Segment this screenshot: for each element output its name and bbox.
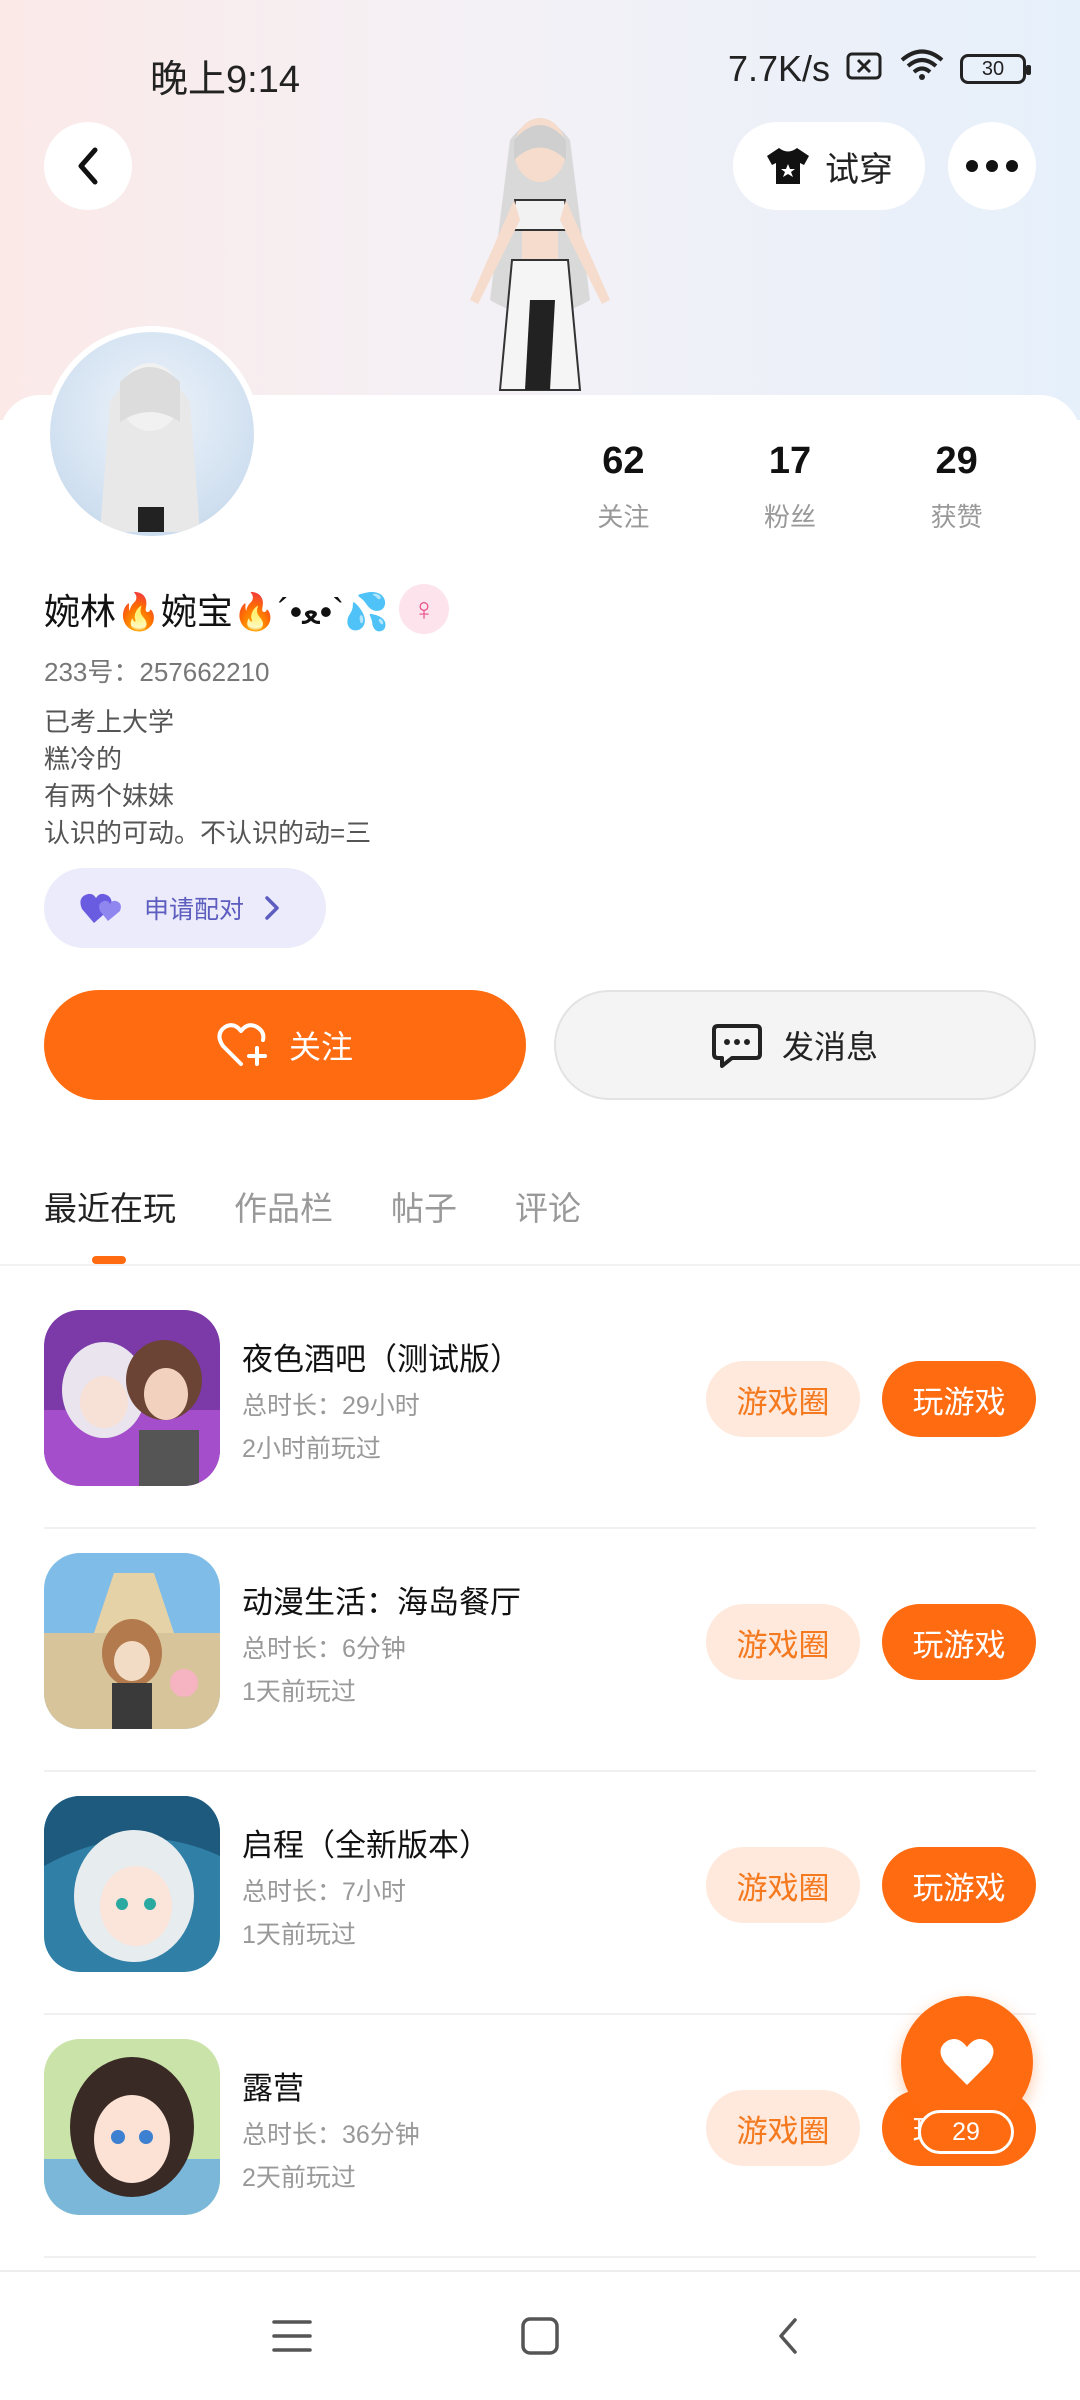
system-back-button[interactable] bbox=[752, 2300, 824, 2372]
menu-button[interactable] bbox=[256, 2300, 328, 2372]
game-icon-camping[interactable] bbox=[44, 2039, 220, 2215]
play-game-button[interactable]: 玩游戏 bbox=[882, 1361, 1036, 1437]
home-square-icon bbox=[521, 2317, 559, 2355]
game-icon-nightbar[interactable] bbox=[44, 1310, 220, 1486]
menu-icon bbox=[272, 2320, 312, 2352]
user-bio: 已考上大学 糕冷的 有两个妹妹 认识的可动。不认识的动=三 bbox=[44, 704, 371, 852]
game-list-item[interactable]: 动漫生活：海岛餐厅 总时长：6分钟 1天前玩过 游戏圈 玩游戏 bbox=[44, 1529, 1036, 1772]
double-heart-icon bbox=[80, 893, 121, 923]
followers-label: 粉丝 bbox=[764, 502, 817, 532]
female-gender-icon: ♀ bbox=[399, 584, 450, 634]
follow-button[interactable]: 关注 bbox=[44, 990, 526, 1100]
game-title: 夜色酒吧（测试版） bbox=[242, 1342, 521, 1377]
tshirt-icon bbox=[767, 148, 809, 184]
play-game-button[interactable]: 玩游戏 bbox=[882, 1604, 1036, 1680]
network-speed: 7.7K/s bbox=[727, 48, 830, 89]
profile-tabs: 最近在玩 作品栏 帖子 评论 bbox=[44, 1182, 581, 1230]
like-count-badge: 29 bbox=[918, 2110, 1014, 2154]
follow-label: 关注 bbox=[288, 1029, 353, 1065]
bio-line: 糕冷的 bbox=[44, 744, 123, 774]
game-last-played: 1天前玩过 bbox=[242, 1678, 356, 1706]
profile-stats: 62 关注 17 粉丝 29 获赞 bbox=[540, 440, 1040, 534]
bio-line: 有两个妹妹 bbox=[44, 781, 175, 811]
game-duration: 总时长：6分钟 bbox=[242, 1635, 406, 1663]
game-last-played: 2天前玩过 bbox=[242, 2164, 356, 2192]
send-message-label: 发消息 bbox=[781, 1029, 878, 1065]
likes-count: 29 bbox=[935, 440, 978, 482]
tab-recently-played[interactable]: 最近在玩 bbox=[44, 1182, 176, 1230]
system-navigation-bar bbox=[0, 2270, 1080, 2400]
back-button[interactable] bbox=[44, 122, 132, 210]
more-button[interactable] bbox=[948, 122, 1036, 210]
heart-add-icon bbox=[217, 1023, 267, 1066]
battery-icon: 30 bbox=[960, 54, 1031, 84]
send-message-button[interactable]: 发消息 bbox=[554, 990, 1036, 1100]
game-icon-island-restaurant[interactable] bbox=[44, 1553, 220, 1729]
home-button[interactable] bbox=[504, 2300, 576, 2372]
tab-works[interactable]: 作品栏 bbox=[234, 1182, 333, 1230]
game-icon-qicheng[interactable] bbox=[44, 1796, 220, 1972]
chevron-left-icon bbox=[78, 147, 98, 185]
more-dots-icon bbox=[966, 160, 1018, 172]
back-chevron-icon bbox=[779, 2318, 797, 2354]
play-game-button[interactable]: 玩游戏 bbox=[882, 1847, 1036, 1923]
game-duration: 总时长：7小时 bbox=[242, 1878, 406, 1906]
game-list-item[interactable]: 露营 总时长：36分钟 2天前玩过 游戏圈 玩游戏 bbox=[44, 2015, 1036, 2258]
try-on-label: 试穿 bbox=[825, 150, 893, 189]
game-last-played: 2小时前玩过 bbox=[242, 1435, 381, 1463]
game-title: 启程（全新版本） bbox=[242, 1828, 490, 1863]
bio-line: 认识的可动。不认识的动=三 bbox=[44, 818, 372, 848]
recent-games-list: 夜色酒吧（测试版） 总时长：29小时 2小时前玩过 游戏圈 玩游戏 动漫生活：海… bbox=[44, 1286, 1036, 2258]
stat-likes[interactable]: 29 获赞 bbox=[873, 440, 1040, 534]
likes-label: 获赞 bbox=[930, 502, 983, 532]
tab-posts[interactable]: 帖子 bbox=[391, 1182, 457, 1230]
user-nickname: 婉林🔥婉宝🔥´•ﻌ•`💦 bbox=[44, 591, 390, 632]
request-match-label: 申请配对 bbox=[144, 896, 245, 924]
game-list-item[interactable]: 夜色酒吧（测试版） 总时长：29小时 2小时前玩过 游戏圈 玩游戏 bbox=[44, 1286, 1036, 1529]
active-tab-indicator bbox=[92, 1256, 126, 1264]
avatar-character-figure bbox=[430, 100, 650, 400]
chat-bubble-icon bbox=[711, 1024, 762, 1068]
game-list-item[interactable]: 启程（全新版本） 总时长：7小时 1天前玩过 游戏圈 玩游戏 bbox=[44, 1772, 1036, 2015]
like-fab-button[interactable] bbox=[901, 1996, 1033, 2128]
game-circle-button[interactable]: 游戏圈 bbox=[706, 2090, 860, 2166]
game-circle-button[interactable]: 游戏圈 bbox=[706, 1361, 860, 1437]
heart-icon bbox=[940, 2039, 994, 2085]
request-match-button[interactable]: 申请配对 bbox=[44, 868, 326, 948]
game-circle-button[interactable]: 游戏圈 bbox=[706, 1847, 860, 1923]
stat-followers[interactable]: 17 粉丝 bbox=[707, 440, 874, 534]
followers-count: 17 bbox=[768, 440, 812, 482]
user-id: 233号：257662210 bbox=[44, 657, 270, 687]
game-title: 露营 bbox=[242, 2071, 304, 2106]
chevron-right-icon bbox=[265, 896, 279, 920]
tab-comments[interactable]: 评论 bbox=[515, 1182, 581, 1230]
stat-following[interactable]: 62 关注 bbox=[540, 440, 707, 534]
sim-off-icon bbox=[846, 48, 884, 90]
following-count: 62 bbox=[602, 440, 645, 482]
bio-line: 已考上大学 bbox=[44, 707, 175, 737]
tab-divider bbox=[0, 1264, 1080, 1266]
wifi-icon bbox=[900, 48, 944, 90]
following-label: 关注 bbox=[597, 502, 650, 532]
game-duration: 总时长：29小时 bbox=[242, 1392, 420, 1420]
game-title: 动漫生活：海岛餐厅 bbox=[242, 1585, 521, 1620]
user-nickname-row: 婉林🔥婉宝🔥´•ﻌ•`💦 ♀ bbox=[44, 583, 450, 635]
game-circle-button[interactable]: 游戏圈 bbox=[706, 1604, 860, 1680]
game-last-played: 1天前玩过 bbox=[242, 1921, 356, 1949]
try-on-button[interactable]: 试穿 bbox=[733, 122, 925, 210]
status-icons: 7.7K/s 30 bbox=[727, 48, 1031, 90]
status-time: 晚上9:14 bbox=[150, 59, 300, 101]
profile-avatar[interactable] bbox=[44, 326, 260, 542]
game-duration: 总时长：36分钟 bbox=[242, 2121, 420, 2149]
